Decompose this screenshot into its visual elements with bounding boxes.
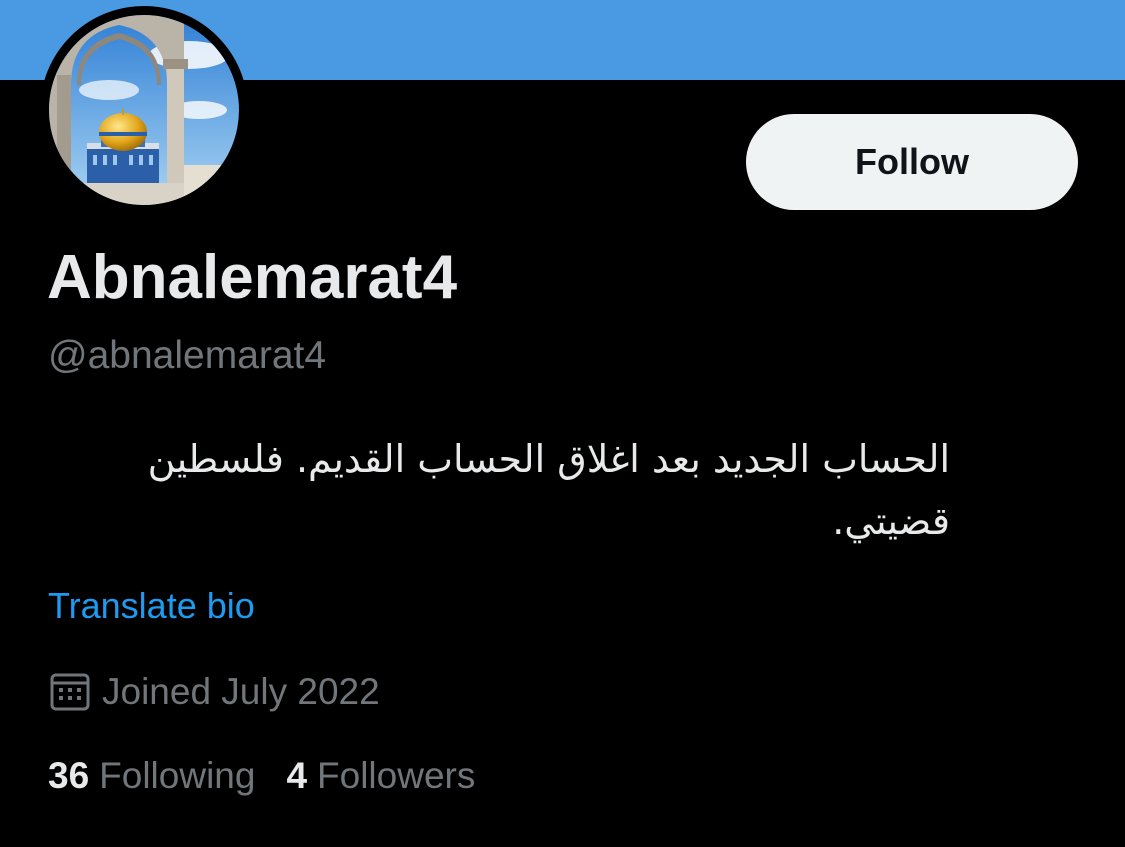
profile-display-name: Abnalemarat4 — [47, 243, 458, 312]
followers-label: Followers — [317, 755, 476, 796]
following-label: Following — [99, 755, 256, 796]
followers-stat[interactable]: 4 Followers — [286, 755, 475, 797]
calendar-icon — [50, 673, 90, 711]
profile-handle: @abnalemarat4 — [48, 334, 327, 377]
profile-stats: 36 Following 4 Followers — [48, 755, 475, 797]
following-stat[interactable]: 36 Following — [48, 755, 255, 797]
followers-count: 4 — [286, 755, 308, 796]
joined-date-row: Joined July 2022 — [48, 670, 380, 714]
profile-bio: الحساب الجديد بعد اغلاق الحساب القديم. ف… — [147, 437, 950, 543]
profile-avatar[interactable] — [40, 6, 248, 214]
joined-date: Joined July 2022 — [102, 671, 380, 712]
following-count: 36 — [48, 755, 90, 796]
follow-button[interactable]: Follow — [746, 114, 1078, 210]
dome-of-the-rock-avatar — [49, 15, 239, 205]
translate-bio-link[interactable]: Translate bio — [48, 585, 255, 627]
